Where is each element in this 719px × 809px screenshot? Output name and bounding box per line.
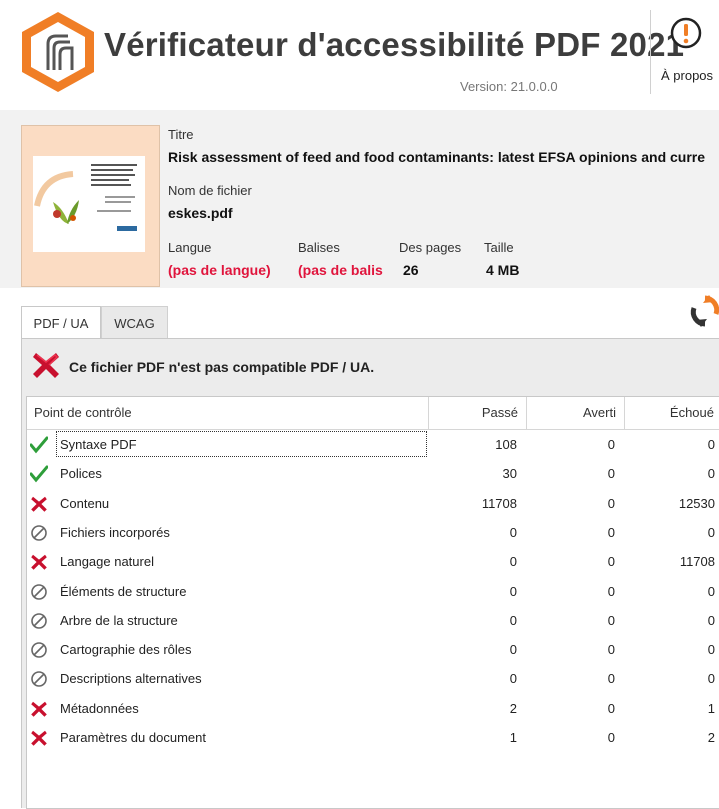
checkpoint-table: Point de contrôle Passé Averti Échoué Sy… (26, 396, 719, 809)
failed-count: 0 (707, 642, 715, 658)
checkpoint-name: Langage naturel (60, 554, 154, 570)
size-label: Taille (484, 240, 514, 255)
table-row[interactable]: Polices 30 0 0 (27, 459, 719, 488)
refresh-icon[interactable] (689, 294, 719, 328)
checkpoint-name: Descriptions alternatives (60, 671, 202, 687)
failed-count: 0 (707, 671, 715, 687)
tab-pdf-ua[interactable]: PDF / UA (21, 306, 101, 339)
failed-count: 0 (707, 437, 715, 452)
warned-count: 0 (607, 642, 615, 658)
checkpoint-name: Fichiers incorporés (60, 524, 170, 540)
warned-count: 0 (607, 554, 615, 570)
tab-wcag[interactable]: WCAG (101, 306, 168, 339)
failed-count: 0 (707, 466, 715, 482)
table-row[interactable]: Fichiers incorporés 0 0 0 (27, 518, 719, 547)
filename-label: Nom de fichier (168, 183, 252, 198)
checkpoint-name: Paramètres du document (60, 730, 206, 745)
fail-x-icon (31, 350, 61, 380)
fail-x-icon (30, 553, 48, 571)
checkpoint-name: Contenu (60, 495, 110, 511)
table-header: Point de contrôle Passé Averti Échoué (27, 397, 719, 430)
about-label: À propos (661, 68, 714, 83)
passed-count: 0 (509, 524, 517, 540)
not-applicable-icon (30, 641, 48, 659)
table-row[interactable]: Contenu 11708 0 12530 (27, 489, 719, 518)
not-applicable-icon (30, 612, 48, 630)
fail-x-icon (30, 495, 48, 513)
filename-value: eskes.pdf (168, 205, 233, 221)
failed-count: 11708 (679, 554, 715, 570)
fail-x-icon (30, 729, 48, 747)
warned-count: 0 (607, 700, 615, 716)
language-value: (pas de langue) (168, 262, 271, 278)
passed-count: 108 (495, 437, 517, 452)
compliance-status-text: Ce fichier PDF n'est pas compatible PDF … (69, 359, 375, 375)
column-header-checkpoint[interactable]: Point de contrôle (27, 397, 429, 429)
warned-count: 0 (607, 583, 615, 599)
table-row[interactable]: Métadonnées 2 0 1 (27, 694, 719, 723)
failed-count: 0 (707, 583, 715, 599)
warned-count: 0 (607, 437, 615, 452)
passed-count: 30 (502, 466, 517, 482)
warned-count: 0 (607, 612, 615, 628)
version-text: Version: 21.0.0.0 (460, 79, 558, 94)
checkpoint-name: Éléments de structure (60, 583, 187, 599)
warned-count: 0 (607, 730, 615, 745)
warned-count: 0 (607, 495, 615, 511)
not-applicable-icon (30, 670, 48, 688)
thumbnail-page-icon (33, 156, 145, 252)
title-value: Risk assessment of feed and food contami… (168, 149, 706, 165)
fail-x-icon (30, 700, 48, 718)
table-row[interactable]: Arbre de la structure 0 0 0 (27, 606, 719, 635)
table-row[interactable]: Éléments de structure 0 0 0 (27, 577, 719, 606)
warned-count: 0 (607, 671, 615, 687)
table-row[interactable]: Cartographie des rôles 0 0 0 (27, 635, 719, 664)
table-row[interactable]: Syntaxe PDF 108 0 0 (27, 430, 719, 459)
pages-label: Des pages (399, 240, 462, 255)
failed-count: 1 (707, 700, 715, 716)
failed-count: 12530 (678, 495, 715, 511)
passed-count: 0 (509, 642, 517, 658)
checkpoint-name: Polices (60, 466, 102, 482)
size-value: 4 MB (486, 262, 520, 278)
passed-count: 0 (509, 583, 517, 599)
passed-count: 2 (509, 700, 517, 716)
table-row[interactable]: Langage naturel 0 0 11708 (27, 547, 719, 576)
passed-count: 1 (509, 730, 517, 745)
not-applicable-icon (30, 524, 48, 542)
checkpoint-name: Métadonnées (60, 700, 139, 716)
info-exclamation-icon (669, 16, 703, 55)
failed-count: 2 (707, 730, 715, 745)
tags-value: (pas de balis (298, 262, 383, 278)
checkpoint-name: Syntaxe PDF (60, 437, 137, 452)
warned-count: 0 (607, 466, 615, 482)
table-row[interactable]: Descriptions alternatives 0 0 0 (27, 664, 719, 693)
passed-count: 0 (509, 554, 517, 570)
tags-label: Balises (298, 240, 340, 255)
table-row[interactable]: Paramètres du document 1 0 2 (27, 723, 719, 752)
column-header-warned[interactable]: Averti (527, 397, 625, 429)
checkpoint-name: Arbre de la structure (60, 612, 178, 628)
column-header-failed[interactable]: Échoué (625, 397, 719, 429)
check-icon (29, 465, 49, 483)
title-label: Titre (168, 127, 194, 142)
check-icon (29, 436, 49, 454)
app-title: Vérificateur d'accessibilité PDF 2021 (104, 26, 685, 63)
app-logo (18, 10, 98, 94)
not-applicable-icon (30, 583, 48, 601)
failed-count: 0 (707, 524, 715, 540)
column-header-passed[interactable]: Passé (429, 397, 527, 429)
checkpoint-name: Cartographie des rôles (60, 642, 192, 658)
passed-count: 0 (509, 671, 517, 687)
about-button[interactable]: À propos (650, 10, 719, 94)
passed-count: 11708 (481, 495, 517, 511)
passed-count: 0 (509, 612, 517, 628)
failed-count: 0 (707, 612, 715, 628)
warned-count: 0 (607, 524, 615, 540)
pages-value: 26 (403, 262, 419, 278)
language-label: Langue (168, 240, 212, 255)
